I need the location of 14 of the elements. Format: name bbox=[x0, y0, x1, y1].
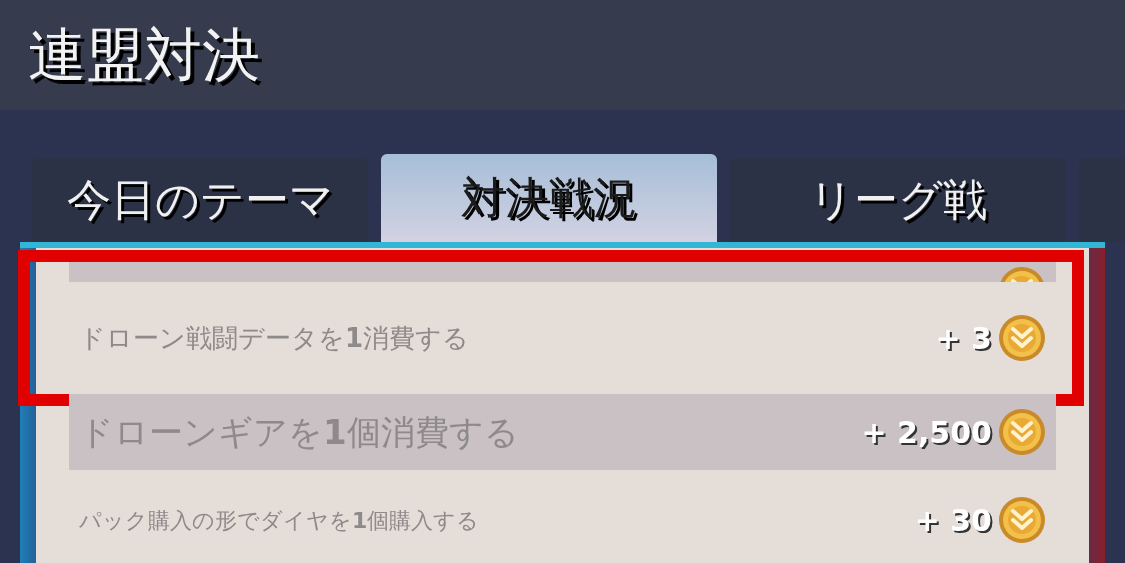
tab[interactable] bbox=[1079, 158, 1125, 242]
points-value: + 2,500 bbox=[861, 413, 992, 452]
tab[interactable]: リーグ戦 bbox=[730, 158, 1066, 242]
tab[interactable]: 対決戦況 bbox=[381, 154, 717, 242]
points-value: + 30 bbox=[914, 501, 992, 540]
points-value: + 3 bbox=[935, 319, 992, 358]
coin-icon bbox=[998, 314, 1046, 362]
task-text: ドローン戦闘データを1消費する bbox=[79, 321, 470, 355]
task-text: ドローンギアを1個消費する bbox=[79, 410, 519, 454]
page-title: 連盟対決 bbox=[28, 19, 260, 91]
task-text: パック購入の形でダイヤを1個購入する bbox=[79, 506, 480, 535]
coin-icon bbox=[998, 496, 1046, 544]
tab[interactable]: 今日のテーマ bbox=[32, 158, 368, 242]
coin-icon bbox=[998, 408, 1046, 456]
